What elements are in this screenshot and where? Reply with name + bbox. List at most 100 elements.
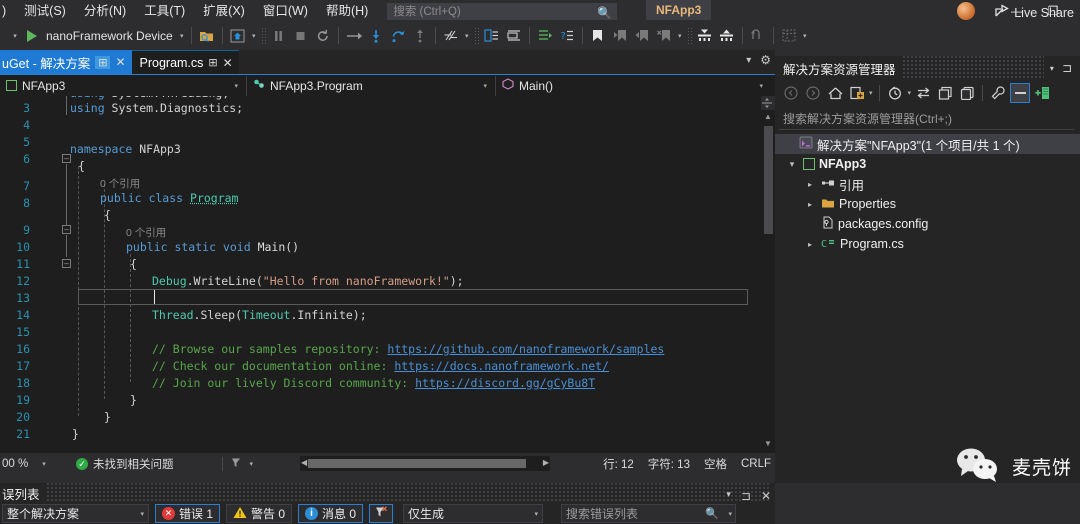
device-target-label[interactable]: nanoFramework Device — [42, 29, 177, 43]
menu-item-analyze[interactable]: 分析(N) — [75, 0, 135, 22]
tree-expander[interactable]: ▸ — [803, 240, 817, 249]
chevron-down-icon[interactable]: ▾ — [483, 82, 491, 90]
bookmark-caret-icon[interactable]: ▾ — [675, 32, 685, 40]
fold-toggle-class[interactable]: – — [62, 225, 71, 234]
chevron-down-icon[interactable]: ▾ — [726, 489, 731, 503]
issue-filter[interactable]: ▾ — [223, 457, 254, 472]
chevron-down-icon[interactable]: ▾ — [908, 89, 912, 97]
close-icon[interactable]: ✕ — [223, 56, 233, 70]
navbar-project-combo[interactable]: NFApp3 ▾ — [0, 76, 247, 96]
close-icon[interactable]: ✕ — [761, 489, 771, 503]
chevron-down-icon[interactable]: ▾ — [746, 55, 751, 66]
pending-changes-icon[interactable] — [886, 83, 906, 103]
properties-icon[interactable] — [988, 83, 1008, 103]
close-icon[interactable]: ✕ — [115, 55, 125, 69]
grid-caret-icon[interactable]: ▾ — [800, 32, 810, 40]
tree-node-packages-config[interactable]: packages.config — [775, 214, 1080, 234]
navbar-type-combo[interactable]: NFApp3.Program ▾ — [247, 76, 496, 96]
scrollbar-thumb[interactable] — [764, 126, 773, 234]
code-editor[interactable]: 3 4 5 6 7 8 9 10 11 12 13 14 15 16 17 18… — [0, 96, 775, 453]
tab-nuget-solution[interactable]: uGet - 解决方案 ⊞ ✕ — [0, 50, 132, 74]
home-window-icon[interactable] — [227, 24, 249, 48]
chevron-down-icon[interactable]: ▾ — [234, 82, 242, 90]
scroll-up-arrow[interactable]: ▲ — [762, 112, 774, 124]
toolbar-grip[interactable] — [261, 27, 266, 45]
tree-expander[interactable]: ▾ — [785, 159, 799, 170]
navbar-member-combo[interactable]: Main() ▾ — [496, 76, 771, 96]
indentation-indicator[interactable]: 空格 — [704, 456, 727, 472]
find-in-files-icon[interactable] — [196, 24, 218, 48]
editor-vertical-scrollbar[interactable]: ▲ ▼ — [761, 96, 775, 453]
pin-icon[interactable]: ⊞ — [95, 56, 110, 69]
sync-with-active-document-icon[interactable] — [847, 83, 867, 103]
gear-icon[interactable]: ⚙ — [760, 53, 771, 67]
show-all-files-icon[interactable] — [957, 83, 977, 103]
chevron-down-icon[interactable]: ▾ — [140, 510, 144, 518]
issues-indicator[interactable]: ✓ 未找到相关问题 — [60, 456, 174, 472]
tree-node-project[interactable]: ▾ NFApp3 — [775, 154, 1080, 174]
warnings-filter-button[interactable]: 警告 0 — [226, 504, 292, 523]
tree-node-references[interactable]: ▸ 引用 — [775, 174, 1080, 194]
pin-icon[interactable]: ⊞ — [208, 56, 217, 69]
uncomment-icon[interactable]: ? — [556, 24, 578, 48]
chevron-down-icon[interactable]: ▾ — [250, 460, 254, 468]
collapse-icon[interactable] — [694, 24, 716, 48]
menu-item-0[interactable]: ) — [0, 0, 15, 22]
error-list-search[interactable]: 搜索错误列表 🔍 ▾ — [561, 504, 736, 523]
editor-split-handle[interactable] — [761, 96, 775, 110]
chevron-down-icon[interactable]: ▾ — [535, 510, 539, 518]
chevron-down-icon[interactable]: ▾ — [759, 82, 767, 90]
tab-program-cs[interactable]: Program.cs ⊞ ✕ — [132, 50, 239, 74]
quick-launch-search[interactable]: 搜索 (Ctrl+Q) 🔍 — [387, 3, 617, 20]
menu-item-tools[interactable]: 工具(T) — [135, 0, 194, 22]
hot-reload-caret-icon[interactable]: ▾ — [462, 32, 472, 40]
menu-item-extensions[interactable]: 扩展(X) — [194, 0, 254, 22]
preview-selected-items-icon[interactable] — [1010, 83, 1030, 103]
step-into-icon[interactable] — [365, 24, 387, 48]
build-filter-combo[interactable]: 仅生成 ▾ — [403, 504, 543, 523]
scrollbar-thumb[interactable] — [308, 459, 526, 468]
refresh-icon[interactable] — [913, 83, 933, 103]
step-out-icon[interactable] — [387, 24, 409, 48]
scroll-down-arrow[interactable]: ▼ — [762, 439, 774, 451]
home-window-caret-icon[interactable]: ▾ — [249, 32, 259, 40]
messages-filter-button[interactable]: i 消息 0 — [298, 504, 363, 523]
chevron-down-icon[interactable]: ▾ — [1050, 64, 1062, 73]
menu-item-window[interactable]: 窗口(W) — [254, 0, 317, 22]
build-only-filter-button[interactable] — [369, 504, 393, 523]
menu-item-test[interactable]: 测试(S) — [15, 0, 75, 22]
errors-filter-button[interactable]: ✕ 错误 1 — [155, 504, 220, 523]
pin-icon[interactable]: ⊐ — [1062, 61, 1080, 75]
editor-horizontal-scrollbar[interactable]: ◀ ▶ — [300, 456, 550, 471]
error-scope-combo[interactable]: 整个解决方案 ▾ — [2, 504, 149, 523]
pin-icon[interactable]: ⊐ — [741, 489, 751, 503]
scroll-right-arrow[interactable]: ▶ — [543, 458, 549, 467]
search-icon[interactable]: 🔍 — [705, 507, 719, 520]
toolbar-grip[interactable] — [687, 27, 692, 45]
live-share-button[interactable]: Live Share — [994, 4, 1074, 21]
outdent-icon[interactable] — [503, 24, 525, 48]
tree-node-properties[interactable]: ▸ Properties — [775, 194, 1080, 214]
chevron-down-icon[interactable]: ▾ — [729, 510, 733, 518]
home-icon[interactable] — [825, 83, 845, 103]
zoom-level-combo[interactable]: 00 % ▾ — [0, 458, 60, 470]
fold-toggle-method[interactable]: – — [62, 259, 71, 268]
avatar[interactable] — [957, 2, 975, 20]
scroll-left-arrow[interactable]: ◀ — [301, 458, 307, 467]
tree-node-solution[interactable]: 解决方案"NFApp3"(1 个项目/共 1 个) — [775, 134, 1080, 154]
expand-icon[interactable] — [716, 24, 738, 48]
start-dropdown-caret-icon[interactable]: ▾ — [10, 32, 20, 40]
play-icon[interactable] — [20, 24, 42, 48]
hot-reload-icon[interactable] — [440, 24, 462, 48]
chevron-down-icon[interactable]: ▾ — [42, 460, 46, 468]
add-new-item-icon[interactable] — [1032, 83, 1052, 103]
menu-item-help[interactable]: 帮助(H) — [317, 0, 377, 22]
codelens-class[interactable]: 0 个引用 — [100, 176, 140, 191]
collapse-all-icon[interactable] — [935, 83, 955, 103]
indent-icon[interactable] — [481, 24, 503, 48]
bookmark-icon[interactable] — [587, 24, 609, 48]
tree-expander[interactable]: ▸ — [803, 200, 817, 209]
line-ending-indicator[interactable]: CRLF — [741, 458, 771, 470]
chevron-down-icon[interactable]: ▾ — [869, 89, 873, 97]
device-dropdown-caret-icon[interactable]: ▾ — [177, 32, 187, 40]
